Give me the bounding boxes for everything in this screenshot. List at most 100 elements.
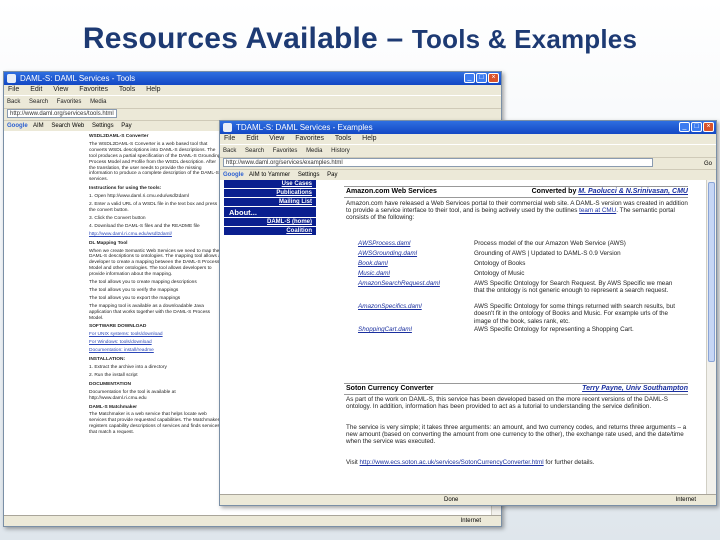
google-pay[interactable]: Pay	[327, 172, 337, 178]
maximize-button[interactable]: □	[476, 73, 487, 83]
google-settings[interactable]: Settings	[298, 172, 320, 178]
file-link[interactable]: AmazonSpecifics.daml	[356, 303, 472, 326]
google-settings[interactable]: Settings	[92, 123, 114, 129]
nav-publications[interactable]: Publications	[224, 189, 316, 198]
favorites-button[interactable]: Favorites	[273, 148, 298, 154]
slide-title-main: Resources Available –	[82, 22, 404, 55]
menu-tools[interactable]: Tools	[335, 135, 351, 142]
soton-visit: Visit http://www.ecs.soton.ac.uk/service…	[346, 459, 688, 466]
slide-title-sub: Tools & Examples	[411, 24, 638, 54]
slide-title: Resources Available – Tools & Examples	[0, 22, 720, 56]
soton-credit: Terry Payne, Univ Southampton	[520, 385, 688, 392]
file-link[interactable]: Music.daml	[356, 270, 472, 280]
menu-view[interactable]: View	[269, 135, 284, 142]
file-description: Process model of the our Amazon Web Serv…	[474, 240, 626, 247]
menu-file[interactable]: File	[224, 135, 235, 142]
nav-coalition[interactable]: Coalition	[224, 227, 316, 236]
search-button[interactable]: Search	[245, 148, 264, 154]
amazon-head-rule	[344, 197, 688, 198]
ie-icon	[7, 74, 16, 83]
amazon-authors-link[interactable]: M. Paolucci & N.Srinivasan, CMU	[578, 188, 688, 195]
close-button[interactable]: ×	[488, 73, 499, 83]
soton-visit-prefix: Visit	[346, 459, 360, 466]
documentation-heading: DOCUMENTATION	[89, 381, 131, 387]
google-pay[interactable]: Pay	[121, 123, 131, 129]
menu-view[interactable]: View	[53, 86, 68, 93]
soton-visit-suffix: for further details.	[543, 459, 595, 466]
back-button[interactable]: Back	[7, 99, 20, 105]
nav-use-cases[interactable]: Use Cases	[224, 180, 316, 189]
menu-edit[interactable]: Edit	[30, 86, 42, 93]
installation-heading: INSTALLATION:	[89, 357, 126, 363]
google-logo[interactable]: Google	[223, 172, 244, 178]
menu-help[interactable]: Help	[362, 135, 376, 142]
examples-address-input[interactable]: http://www.daml.org/services/examples.ht…	[223, 158, 653, 167]
media-button[interactable]: Media	[306, 148, 322, 154]
menu-help[interactable]: Help	[146, 86, 160, 93]
close-button[interactable]: ×	[703, 122, 714, 132]
examples-statusbar: Done Internet	[220, 494, 716, 505]
download-link[interactable]: For UNIX systems: tools/download	[89, 332, 222, 338]
amazon-description: Amazon.com have released a Web Services …	[346, 200, 688, 222]
instructions-heading: Instructions for using the tools:	[89, 186, 162, 192]
file-link[interactable]: AWSGrounding.daml	[356, 250, 472, 260]
google-logo[interactable]: Google	[7, 123, 28, 129]
file-description: Grounding of AWS | Updated to DAML-S 0.9…	[474, 250, 621, 257]
back-button[interactable]: Back	[223, 148, 236, 154]
dl-mapping-text2: The mapping tool is available as a downl…	[89, 303, 211, 321]
menu-favorites[interactable]: Favorites	[295, 135, 324, 142]
menu-favorites[interactable]: Favorites	[79, 86, 108, 93]
google-aim[interactable]: AIM	[33, 123, 44, 129]
examples-google-toolbar: Google AIM to Yammer Settings Pay	[220, 169, 716, 180]
go-button[interactable]: Go	[704, 159, 712, 169]
tools-address-input[interactable]: http://www.daml.org/services/tools.html	[7, 109, 117, 118]
amazon-heading: Amazon.com Web Services	[346, 188, 437, 195]
tools-window-titlebar[interactable]: DAML-S: DAML Services - Tools _ □ ×	[4, 72, 501, 85]
dl-mapping-point: The tool allows you to create mapping de…	[89, 280, 197, 286]
file-link[interactable]: ShoppingCart.daml	[356, 326, 472, 336]
matchmaker-heading: DAML-S Matchmaker	[89, 404, 137, 410]
menu-tools[interactable]: Tools	[119, 86, 135, 93]
examples-scroll-thumb[interactable]	[708, 182, 715, 362]
amazon-credit-prefix: Converted by	[531, 188, 579, 195]
wsdl2damls-link[interactable]: http://www.daml.ri.cmu.edu/wsdl2daml/	[89, 232, 222, 238]
instruction-step: 2. Enter a valid URL of a WSDL file in t…	[89, 202, 218, 213]
examples-status-done: Done	[444, 497, 459, 503]
google-search-web[interactable]: Search Web	[51, 123, 84, 129]
wsdl2damls-heading: WSDL2DAML-S Converter	[89, 134, 149, 139]
instruction-step: 1. Open http://www.daml.ri.cmu.edu/wsdl2…	[89, 194, 189, 200]
favorites-button[interactable]: Favorites	[57, 99, 82, 105]
software-download-heading: SOFTWARE DOWNLOAD	[89, 324, 147, 330]
file-link[interactable]: Book.daml	[356, 260, 472, 270]
amazon-top-rule	[344, 186, 688, 187]
examples-menubar: File Edit View Favorites Tools Help	[220, 134, 716, 144]
download-link[interactable]: Documentation: install/readme	[89, 348, 222, 354]
nav-daml-s-home[interactable]: DAML-S (home)	[224, 218, 316, 227]
examples-window-titlebar[interactable]: TDAML-S: DAML Services - Examples _ □ ×	[220, 121, 716, 134]
tools-statusbar: Internet	[4, 515, 501, 526]
soton-details-link[interactable]: http://www.ecs.soton.ac.uk/services/Soto…	[360, 459, 544, 466]
media-button[interactable]: Media	[90, 99, 106, 105]
cmu-team-link[interactable]: team at CMU	[579, 207, 616, 214]
google-aim[interactable]: AIM to Yammer	[249, 172, 290, 178]
file-link[interactable]: AmazonSearchRequest.daml	[356, 280, 472, 303]
history-button[interactable]: History	[331, 148, 350, 154]
file-description: AWS Specific Ontology for some things re…	[474, 303, 676, 325]
ie-icon	[223, 123, 232, 132]
menu-file[interactable]: File	[8, 86, 19, 93]
file-description: Ontology of Music	[474, 270, 525, 277]
maximize-button[interactable]: □	[691, 122, 702, 132]
download-link[interactable]: For Windows: tools/download	[89, 340, 222, 346]
nav-about[interactable]: About...	[224, 207, 316, 218]
soton-author-link[interactable]: Terry Payne, Univ Southampton	[582, 385, 688, 392]
amazon-files-table: AWSProcess.daml Process model of the our…	[356, 240, 684, 336]
nav-mailing-list[interactable]: Mailing List	[224, 198, 316, 207]
file-description: AWS Specific Ontology for Search Request…	[474, 280, 673, 295]
minimize-button[interactable]: _	[679, 122, 690, 132]
examples-scrollbar[interactable]	[706, 180, 716, 494]
file-link[interactable]: AWSProcess.daml	[356, 240, 472, 250]
menu-edit[interactable]: Edit	[246, 135, 258, 142]
search-button[interactable]: Search	[29, 99, 48, 105]
minimize-button[interactable]: _	[464, 73, 475, 83]
table-row: AmazonSearchRequest.daml AWS Specific On…	[356, 280, 684, 303]
